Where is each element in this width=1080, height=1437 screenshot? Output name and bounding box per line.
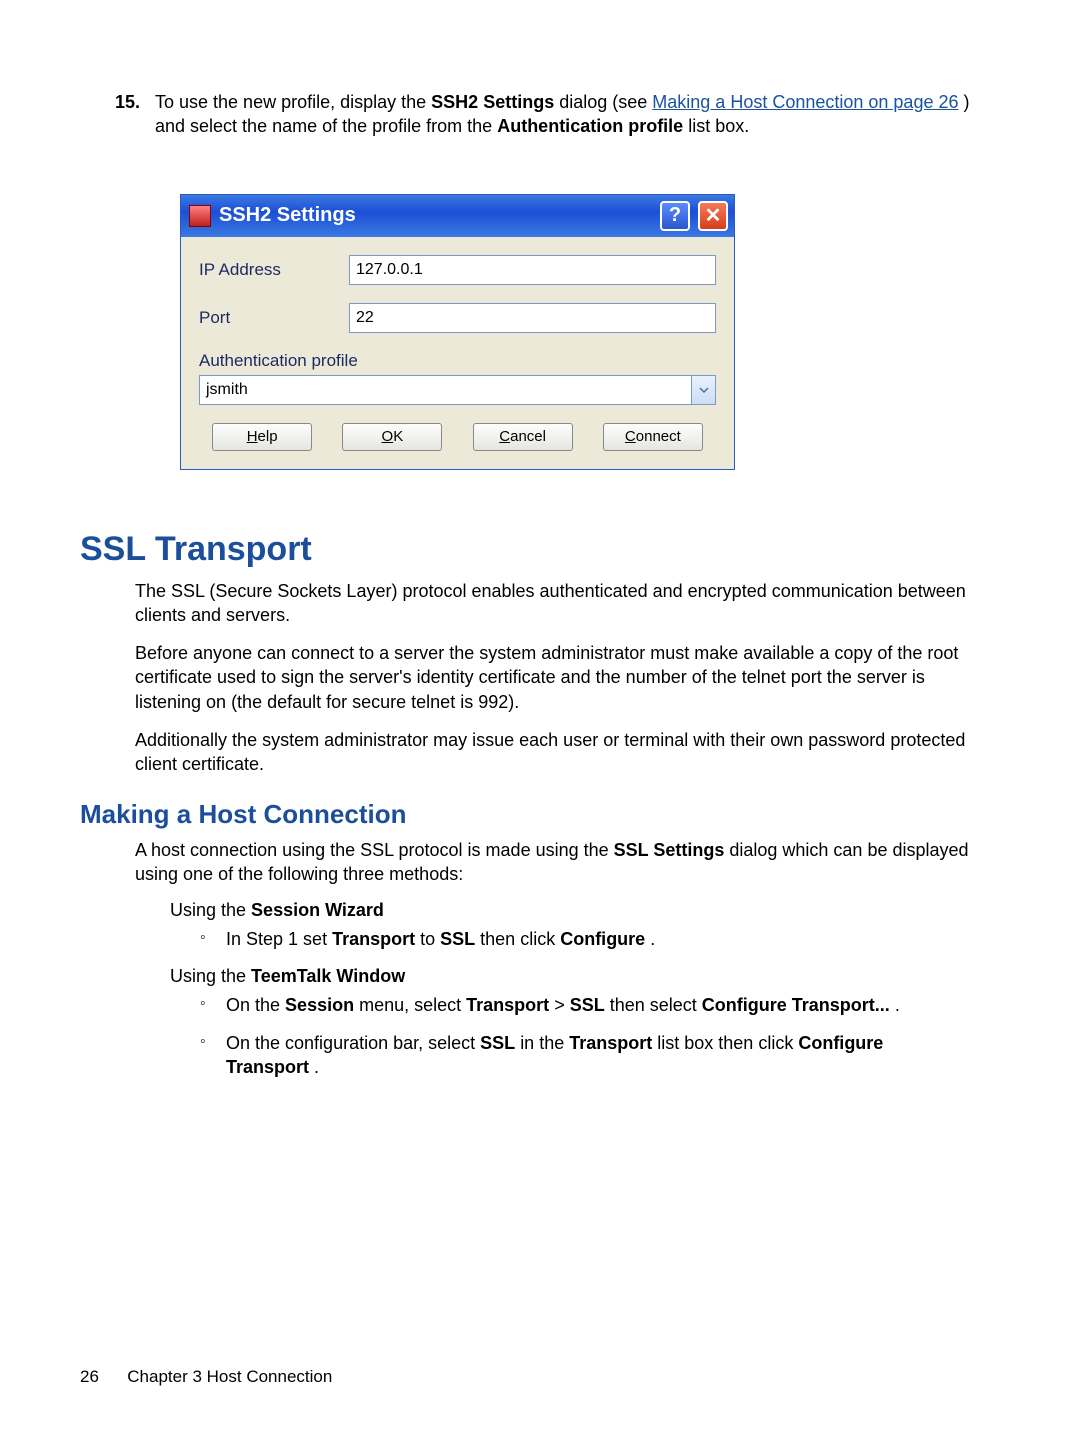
ssl-transport-heading: SSL Transport [80,530,1000,569]
page-number: 26 [80,1367,99,1386]
ip-address-label: IP Address [199,260,349,280]
using-teemtalk-window: Using the TeemTalk Window [170,966,970,987]
bullet-config-bar: On the configuration bar, select SSL in … [200,1031,970,1080]
connect-button[interactable]: Connect [603,423,703,451]
chevron-down-icon [699,385,709,395]
ssl-paragraph-3: Additionally the system administrator ma… [135,728,970,777]
port-input[interactable]: 22 [349,303,716,333]
making-intro: A host connection using the SSL protocol… [135,838,970,887]
auth-profile-label: Authentication profile [199,351,716,371]
link-making-host-connection[interactable]: Making a Host Connection on page 26 [652,92,958,112]
step-number: 15. [115,90,140,114]
close-icon: ✕ [705,203,722,228]
auth-profile-dropdown-button[interactable] [692,375,716,405]
question-icon: ? [669,204,681,227]
cancel-button[interactable]: Cancel [473,423,573,451]
titlebar-close-button[interactable]: ✕ [698,201,728,231]
help-button[interactable]: Help [212,423,312,451]
chapter-label: Chapter 3 Host Connection [127,1367,332,1386]
bullet-step1-configure: In Step 1 set Transport to SSL then clic… [200,927,970,951]
port-label: Port [199,308,349,328]
step-15: 15. To use the new profile, display the … [155,90,970,139]
titlebar-help-button[interactable]: ? [660,201,690,231]
ssl-paragraph-2: Before anyone can connect to a server th… [135,641,970,714]
dialog-title: SSH2 Settings [219,204,652,227]
making-host-connection-heading: Making a Host Connection [80,799,1000,830]
auth-profile-combo[interactable]: jsmith [199,375,692,405]
page-footer: 26 Chapter 3 Host Connection [80,1367,332,1387]
ssl-paragraph-1: The SSL (Secure Sockets Layer) protocol … [135,579,970,628]
ok-button[interactable]: OK [342,423,442,451]
ip-address-input[interactable]: 127.0.0.1 [349,255,716,285]
bullet-session-menu: On the Session menu, select Transport > … [200,993,970,1017]
ssh2-settings-dialog: SSH2 Settings ? ✕ IP Address 127.0.0.1 P… [180,194,735,470]
dialog-titlebar: SSH2 Settings ? ✕ [181,195,734,237]
step-text: To use the new profile, display the SSH2… [155,92,970,136]
using-session-wizard: Using the Session Wizard [170,900,970,921]
app-icon [189,205,211,227]
